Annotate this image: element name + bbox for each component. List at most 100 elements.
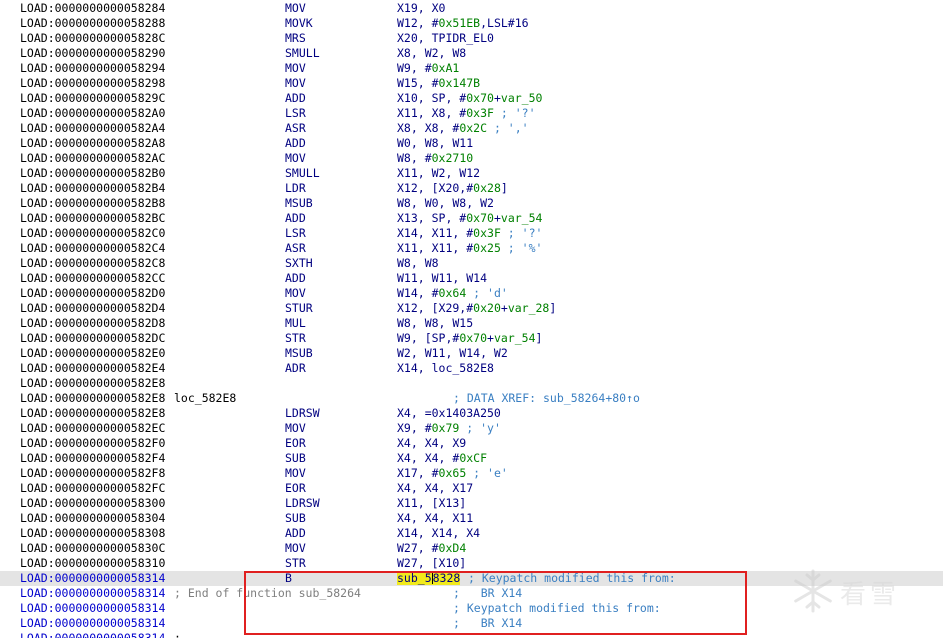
highlighted-symbol[interactable]: sub_58328 xyxy=(397,571,461,585)
mnemonic[interactable]: ADD xyxy=(285,136,306,151)
address[interactable]: LOAD:0000000000058304 xyxy=(20,511,165,526)
address[interactable]: LOAD:00000000000582AC xyxy=(20,151,165,166)
address[interactable]: LOAD:00000000000582F8 xyxy=(20,466,165,481)
mnemonic[interactable]: LDR xyxy=(285,181,306,196)
address[interactable]: LOAD:0000000000058300 xyxy=(20,496,165,511)
listing-row[interactable]: LOAD:00000000000582BC ADD X13, SP, #0x70+v… xyxy=(0,211,943,226)
operands[interactable]: sub_58328 xyxy=(397,571,461,586)
mnemonic[interactable]: ADD xyxy=(285,211,306,226)
operands[interactable]: X8, X8, #0x2C ; ',' xyxy=(397,121,529,136)
listing-row[interactable]: LOAD:00000000000582CC ADD W11, W11, W14 xyxy=(0,271,943,286)
operands[interactable]: W27, #0xD4 xyxy=(397,541,466,556)
immediate-value[interactable]: 0x70 xyxy=(459,331,487,345)
mnemonic[interactable]: ADD xyxy=(285,526,306,541)
operands[interactable]: W0, W8, W11 xyxy=(397,136,473,151)
listing-row[interactable]: LOAD:0000000000058294 MOV W9, #0xA1 xyxy=(0,61,943,76)
immediate-value[interactable]: 0x3F xyxy=(473,226,501,240)
operands[interactable]: X4, X4, X17 xyxy=(397,481,473,496)
address[interactable]: LOAD:00000000000582CC xyxy=(20,271,165,286)
operands[interactable]: X4, X4, X9 xyxy=(397,436,466,451)
immediate-value[interactable]: 0x2710 xyxy=(432,151,474,165)
operands[interactable]: W8, W0, W8, W2 xyxy=(397,196,494,211)
address[interactable]: LOAD:00000000000582B0 xyxy=(20,166,165,181)
mnemonic[interactable]: LDRSW xyxy=(285,406,320,421)
address[interactable]: LOAD:00000000000582E8 xyxy=(20,391,165,406)
address[interactable]: LOAD:00000000000582F4 xyxy=(20,451,165,466)
address[interactable]: LOAD:000000000005830C xyxy=(20,541,165,556)
listing-row[interactable]: LOAD:00000000000582DC STR W9, [SP,#0x70+va… xyxy=(0,331,943,346)
address[interactable]: LOAD:000000000005829C xyxy=(20,91,165,106)
mnemonic[interactable]: ADR xyxy=(285,361,306,376)
address[interactable]: LOAD:00000000000582E8 xyxy=(20,406,165,421)
address[interactable]: LOAD:0000000000058284 xyxy=(20,1,165,16)
address[interactable]: LOAD:0000000000058308 xyxy=(20,526,165,541)
operands[interactable]: X14, X14, X4 xyxy=(397,526,480,541)
listing-row[interactable]: LOAD:0000000000058284 MOV X19, X0 xyxy=(0,1,943,16)
address[interactable]: LOAD:0000000000058290 xyxy=(20,46,165,61)
listing-row[interactable]: LOAD:000000000005829C ADD X10, SP, #0x70+v… xyxy=(0,91,943,106)
mnemonic[interactable]: ASR xyxy=(285,241,306,256)
address[interactable]: LOAD:00000000000582C8 xyxy=(20,256,165,271)
listing-row[interactable]: LOAD:0000000000058300 LDRSW X11, [X13] xyxy=(0,496,943,511)
address[interactable]: LOAD:0000000000058310 xyxy=(20,556,165,571)
operands[interactable]: W2, W11, W14, W2 xyxy=(397,346,508,361)
immediate-value[interactable]: 0xA1 xyxy=(432,61,460,75)
listing-row[interactable]: LOAD:00000000000582E8 LDRSW X4, =0x1403A25… xyxy=(0,406,943,421)
address[interactable]: LOAD:00000000000582FC xyxy=(20,481,165,496)
operands[interactable]: X10, SP, #0x70+var_50 xyxy=(397,91,542,106)
listing-row[interactable]: LOAD:00000000000582C0 LSR X14, X11, #0x3F … xyxy=(0,226,943,241)
listing-row[interactable]: LOAD:00000000000582A8 ADD W0, W8, W11 xyxy=(0,136,943,151)
listing-row[interactable]: LOAD:0000000000058290 SMULL X8, W2, W8 xyxy=(0,46,943,61)
mnemonic[interactable]: ADD xyxy=(285,271,306,286)
mnemonic[interactable]: SUB xyxy=(285,511,306,526)
listing-row[interactable]: LOAD:0000000000058314; xyxy=(0,631,943,638)
operands[interactable]: X20, TPIDR_EL0 xyxy=(397,31,494,46)
operands[interactable]: X13, SP, #0x70+var_54 xyxy=(397,211,542,226)
listing-row[interactable]: LOAD:00000000000582D4 STUR X12, [X29,#0x20… xyxy=(0,301,943,316)
xref-comment[interactable]: ; DATA XREF: sub_58264+80↑o xyxy=(453,391,640,406)
mnemonic[interactable]: ASR xyxy=(285,121,306,136)
mnemonic[interactable]: LSR xyxy=(285,226,306,241)
immediate-value[interactable]: 0xD4 xyxy=(439,541,467,555)
listing-row[interactable]: LOAD:00000000000582FC EOR X4, X4, X17 xyxy=(0,481,943,496)
listing-row[interactable]: LOAD:0000000000058308 ADD X14, X14, X4 xyxy=(0,526,943,541)
immediate-value[interactable]: 0x79 xyxy=(432,421,460,435)
listing-row[interactable]: LOAD:0000000000058314 ; Keypatch modified… xyxy=(0,601,943,616)
address[interactable]: LOAD:00000000000582E4 xyxy=(20,361,165,376)
address[interactable]: LOAD:00000000000582A4 xyxy=(20,121,165,136)
immediate-value[interactable]: 0x65 xyxy=(439,466,467,480)
listing-row[interactable]: LOAD:0000000000058288 MOVK W12, #0x51EB,LS… xyxy=(0,16,943,31)
address[interactable]: LOAD:000000000005828C xyxy=(20,31,165,46)
mnemonic[interactable]: B xyxy=(285,571,292,586)
mnemonic[interactable]: LSR xyxy=(285,106,306,121)
listing-row[interactable]: LOAD:0000000000058314 Bsub_58328 ; Keypatc… xyxy=(0,571,943,586)
operands[interactable]: X4, =0x1403A250 xyxy=(397,406,501,421)
operands[interactable]: W8, W8, W15 xyxy=(397,316,473,331)
code-label[interactable]: ; xyxy=(174,631,181,638)
mnemonic[interactable]: MSUB xyxy=(285,196,313,211)
mnemonic[interactable]: MOV xyxy=(285,541,306,556)
listing-row[interactable]: LOAD:00000000000582F8 MOV X17, #0x65 ; 'e' xyxy=(0,466,943,481)
operands[interactable]: X17, #0x65 ; 'e' xyxy=(397,466,508,481)
immediate-value[interactable]: 0x70 xyxy=(466,91,494,105)
mnemonic[interactable]: MRS xyxy=(285,31,306,46)
address[interactable]: LOAD:00000000000582F0 xyxy=(20,436,165,451)
operands[interactable]: W8, W8 xyxy=(397,256,439,271)
mnemonic[interactable]: MOV xyxy=(285,466,306,481)
mnemonic[interactable]: MUL xyxy=(285,316,306,331)
address[interactable]: LOAD:00000000000582E8 xyxy=(20,376,165,391)
listing-row[interactable]: LOAD:00000000000582C4 ASR X11, X11, #0x25 … xyxy=(0,241,943,256)
address[interactable]: LOAD:00000000000582EC xyxy=(20,421,165,436)
address[interactable]: LOAD:0000000000058314 xyxy=(20,601,165,616)
immediate-value[interactable]: 0x51EB xyxy=(439,16,481,30)
mnemonic[interactable]: STR xyxy=(285,331,306,346)
mnemonic[interactable]: MOV xyxy=(285,286,306,301)
mnemonic[interactable]: MSUB xyxy=(285,346,313,361)
listing-row[interactable]: LOAD:0000000000058304 SUB X4, X4, X11 xyxy=(0,511,943,526)
listing-row[interactable]: LOAD:00000000000582AC MOV W8, #0x2710 xyxy=(0,151,943,166)
operands[interactable]: W9, #0xA1 xyxy=(397,61,459,76)
address[interactable]: LOAD:00000000000582C4 xyxy=(20,241,165,256)
operands[interactable]: X8, W2, W8 xyxy=(397,46,466,61)
listing-row[interactable]: LOAD:00000000000582E4 ADR X14, loc_582E8 xyxy=(0,361,943,376)
address[interactable]: LOAD:00000000000582D4 xyxy=(20,301,165,316)
